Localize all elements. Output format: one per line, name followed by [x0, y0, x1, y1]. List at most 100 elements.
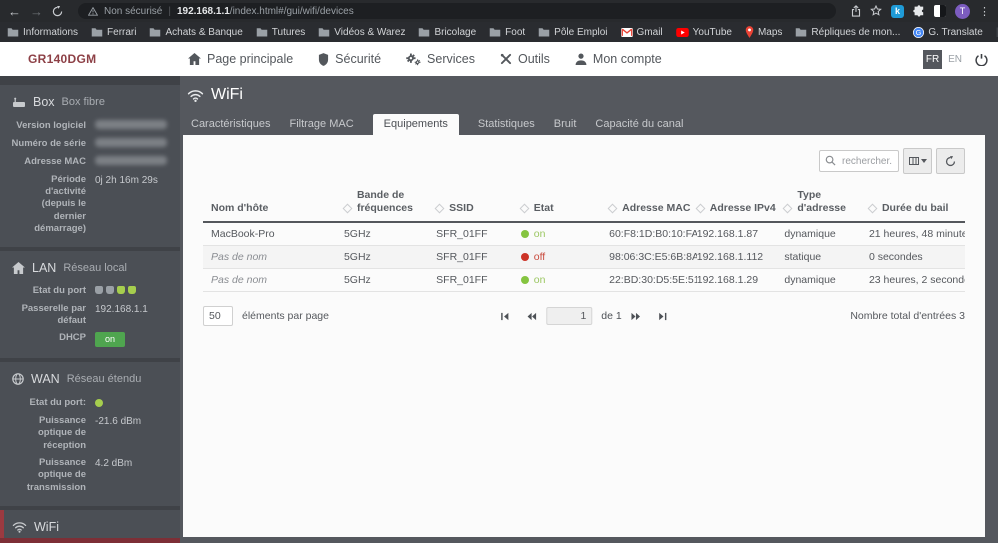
column-header-band[interactable]: Bande de fréquences [342, 186, 437, 224]
lease-cell: 21 heures, 48 minutes, [868, 222, 965, 247]
warning-icon [88, 6, 98, 16]
band-cell: 5GHz [343, 222, 437, 247]
table-header-row: Nom d'hôte Bande de fréquences SSID Etat… [203, 186, 965, 224]
sort-icon[interactable] [342, 203, 353, 214]
nav-item-page-principale[interactable]: Page principale [188, 52, 293, 66]
rx-power-value: -21.6 dBm [95, 415, 142, 427]
columns-icon [908, 157, 919, 165]
power-icon[interactable] [975, 53, 988, 66]
mac-cell: 98:06:3C:E5:6B:8A [609, 245, 697, 270]
nav-item-outils[interactable]: Outils [500, 52, 550, 66]
folder-icon [7, 27, 19, 37]
nav-item-mon-compte[interactable]: Mon compte [575, 52, 662, 66]
bookmark-item[interactable]: Tutures [256, 27, 305, 38]
bookmark-item[interactable]: Pôle Emploi [538, 27, 608, 38]
column-header-ssid[interactable]: SSID [434, 186, 521, 224]
tab-capacite-du-canal[interactable]: Capacité du canal [595, 114, 683, 135]
back-icon[interactable]: ← [8, 5, 21, 18]
reload-icon[interactable] [52, 5, 63, 17]
globe-icon [12, 373, 24, 386]
columns-toggle-button[interactable] [903, 148, 932, 174]
last-page-button[interactable] [659, 312, 668, 321]
refresh-button[interactable] [936, 148, 965, 174]
nav-item-securite[interactable]: Sécurité [318, 52, 381, 66]
section-subtitle: Réseau local [63, 261, 127, 274]
forward-icon[interactable]: → [30, 5, 43, 18]
profile-avatar[interactable]: T [955, 3, 970, 19]
column-header-hostname[interactable]: Nom d'hôte [203, 186, 344, 224]
bookmark-item[interactable]: Ferrari [91, 27, 136, 38]
lang-en-button[interactable]: EN [948, 54, 962, 65]
sort-icon[interactable] [782, 203, 793, 214]
tab-bruit[interactable]: Bruit [554, 114, 577, 135]
sort-icon[interactable] [434, 203, 445, 214]
column-header-lease[interactable]: Durée du bail [867, 186, 965, 224]
table-row[interactable]: Pas de nom 5GHz SFR_01FF off 98:06:3C:E5… [203, 245, 965, 270]
bookmark-star-icon[interactable] [870, 5, 882, 17]
security-label: Non sécurisé [104, 5, 163, 17]
status-dot [95, 398, 103, 407]
wifi-tabs: Caractéristiques Filtrage MAC Equipement… [183, 114, 985, 135]
previous-page-button[interactable] [526, 312, 537, 321]
sidebar-section-wan: WAN Réseau étendu Etat du port: Puissanc… [0, 362, 180, 506]
bookmark-item-translate[interactable]: G G. Translate [913, 26, 983, 38]
folder-icon [256, 27, 268, 37]
sort-icon[interactable] [519, 203, 530, 214]
section-title: WAN [31, 372, 60, 387]
shield-icon [319, 52, 329, 66]
first-page-button[interactable] [500, 312, 509, 321]
browser-window: ← → Non sécurisé | 192.168.1.1/index.htm… [0, 0, 998, 543]
sidebar-accent-bar [0, 538, 180, 543]
ssid-cell: SFR_01FF [436, 222, 521, 247]
redacted-value [95, 119, 167, 129]
nav-item-services[interactable]: Services [406, 52, 475, 66]
bookmark-item[interactable]: Foot [489, 27, 525, 38]
dark-mode-extension-icon[interactable] [934, 5, 946, 17]
tab-statistiques[interactable]: Statistiques [478, 114, 535, 135]
folder-icon [489, 27, 501, 37]
bookmark-item[interactable]: Achats & Banque [149, 27, 243, 38]
sort-icon[interactable] [695, 203, 706, 214]
lang-fr-button[interactable]: FR [923, 49, 943, 69]
per-page-input[interactable] [203, 306, 233, 327]
table-row[interactable]: MacBook-Pro 5GHz SFR_01FF on 60:F8:1D:B0… [203, 222, 965, 247]
lease-cell: 0 secondes [868, 245, 965, 270]
sidebar-section-box: Box Box fibre Version logiciel Numéro de… [0, 85, 180, 247]
bookmark-item[interactable]: Répliques de mon... [795, 27, 900, 38]
tab-caracteristiques[interactable]: Caractéristiques [191, 114, 270, 135]
folder-icon [91, 27, 103, 37]
address-bar[interactable]: Non sécurisé | 192.168.1.1/index.html#/g… [78, 3, 836, 19]
mac-cell: 22:BD:30:D5:5E:51 [609, 268, 697, 293]
search-icon [825, 155, 836, 166]
bookmark-item[interactable]: Vidéos & Warez [318, 27, 405, 38]
page-title: WiFi [187, 86, 985, 104]
hostname-cell: MacBook-Pro [203, 222, 344, 247]
router-navbar: GR140DGM Page principale Sécurité Servic… [0, 42, 998, 76]
next-page-button[interactable] [631, 312, 642, 321]
bookmark-item-gmail[interactable]: Gmail [620, 27, 663, 38]
page-number-input[interactable] [546, 307, 593, 326]
table-row[interactable]: Pas de nom 5GHz SFR_01FF on 22:BD:30:D5:… [203, 268, 965, 293]
sort-icon[interactable] [607, 203, 618, 214]
bookmark-item[interactable]: Bricolage [418, 27, 476, 38]
column-header-etat[interactable]: Etat [519, 186, 610, 224]
column-header-addr-type[interactable]: Type d'adresse [782, 186, 869, 224]
status-dot [520, 253, 529, 262]
extensions-puzzle-icon[interactable] [913, 5, 925, 17]
keepa-extension-icon[interactable]: k [891, 4, 904, 18]
tab-filtrage-mac[interactable]: Filtrage MAC [289, 114, 353, 135]
ipv4-cell: 192.168.1.29 [696, 268, 785, 293]
tab-equipements[interactable]: Equipements [372, 114, 459, 135]
folder-icon [318, 27, 330, 37]
sort-icon[interactable] [867, 203, 878, 214]
browser-menu-icon[interactable]: ⋮ [979, 5, 990, 18]
bookmark-item-maps[interactable]: Maps [745, 26, 782, 38]
ipv4-cell: 192.168.1.112 [696, 245, 785, 270]
bookmark-item[interactable]: Informations [7, 27, 78, 38]
bookmark-item-youtube[interactable]: YouTube [675, 27, 732, 38]
status-dot [520, 276, 529, 285]
field-label: DHCP [59, 332, 86, 344]
column-header-ipv4[interactable]: Adresse IPv4 [695, 186, 785, 224]
share-icon[interactable] [851, 5, 861, 17]
column-header-mac[interactable]: Adresse MAC [607, 186, 697, 224]
